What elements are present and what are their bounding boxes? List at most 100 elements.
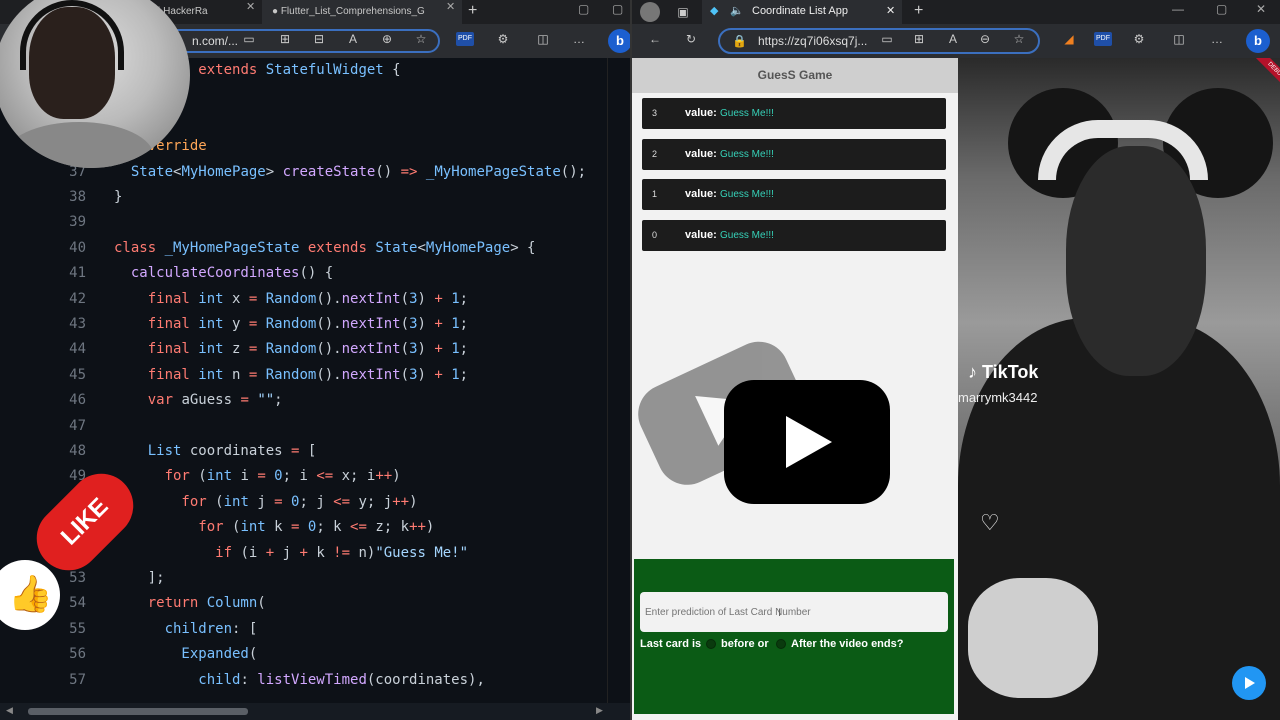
- maximize-icon[interactable]: ▢: [612, 0, 623, 18]
- scroll-right-icon[interactable]: ▶: [596, 705, 603, 716]
- code-token: coordinates: [189, 443, 292, 459]
- code-line[interactable]: 53 ];: [0, 566, 607, 591]
- profile-avatar[interactable]: [640, 2, 660, 22]
- code-token: ;: [274, 392, 283, 409]
- refresh-icon[interactable]: ↻: [682, 30, 700, 48]
- code-token: ;: [459, 341, 469, 358]
- code-line[interactable]: 54 return Column(: [0, 591, 607, 616]
- guess-card[interactable]: 3 value: Guess Me!!!: [642, 98, 946, 129]
- apps-icon[interactable]: ⊞: [276, 30, 294, 48]
- guess-card[interactable]: 2 value: Guess Me!!!: [642, 138, 946, 170]
- close-icon[interactable]: ✕: [446, 0, 455, 13]
- split-icon[interactable]: ◫: [1170, 30, 1188, 48]
- debug-banner: DEBUG: [1251, 58, 1280, 96]
- code-token: int: [206, 468, 241, 485]
- read-aloud-icon[interactable]: A: [944, 30, 962, 48]
- scroll-left-icon[interactable]: ◀: [6, 705, 13, 716]
- code-line[interactable]: 40 class _MyHomePageState extends State<M…: [0, 236, 607, 261]
- new-tab-icon[interactable]: +: [468, 0, 477, 22]
- code-line[interactable]: 44 final int z = Random().nextInt(3) + 1…: [0, 337, 607, 362]
- zoom-icon[interactable]: ⊕: [378, 30, 396, 48]
- code-line[interactable]: 39: [0, 210, 607, 235]
- code-token: 3: [409, 316, 418, 332]
- apps-icon[interactable]: ⊞: [910, 30, 928, 48]
- code-token: Random: [265, 290, 317, 307]
- close-window-icon[interactable]: ✕: [1256, 0, 1266, 18]
- scrollbar-thumb[interactable]: [28, 708, 248, 715]
- pdf-icon[interactable]: PDF: [456, 32, 474, 46]
- code-token: (: [400, 366, 410, 383]
- play-icon: [1245, 677, 1255, 689]
- prediction-input[interactable]: [640, 592, 948, 632]
- tab-coordinate-list-app[interactable]: ◆ 🔈 Coordinate List App ✕: [702, 0, 902, 24]
- read-aloud-icon[interactable]: A: [344, 30, 362, 48]
- code-line[interactable]: 46 var aGuess = "";: [0, 388, 607, 413]
- code-token: int: [198, 316, 233, 332]
- tab-github[interactable]: ● Flutter_List_Comprehensions_G: [262, 0, 462, 24]
- code-line[interactable]: 43 final int y = Random().nextInt(3) + 1…: [0, 312, 607, 337]
- code-token: class: [114, 239, 165, 256]
- extensions-icon[interactable]: ⚙: [1130, 30, 1148, 48]
- guess-card[interactable]: 1 value: Guess Me!!!: [642, 179, 946, 210]
- webcam-shirt: [4, 122, 154, 168]
- lock-icon: 🔒: [732, 34, 747, 48]
- code-token: "Guess Me!": [375, 544, 469, 561]
- back-icon[interactable]: ←: [646, 30, 664, 48]
- bing-icon[interactable]: b: [608, 29, 632, 53]
- tab-actions-icon[interactable]: ▣: [674, 3, 692, 21]
- maximize-icon[interactable]: ▢: [1216, 0, 1227, 18]
- zoom-out-icon[interactable]: ⊖: [976, 30, 994, 48]
- code-token: j: [282, 544, 300, 561]
- bing-icon[interactable]: b: [1246, 29, 1270, 53]
- vertical-scrollbar[interactable]: [607, 58, 632, 703]
- favorite-icon[interactable]: ☆: [1010, 30, 1028, 48]
- code-token: ): [417, 290, 435, 307]
- app-title: GuesS Game: [632, 58, 958, 93]
- grid-icon[interactable]: ⊟: [310, 30, 328, 48]
- code-line[interactable]: 42 final int x = Random().nextInt(3) + 1…: [0, 287, 607, 312]
- code-line[interactable]: 55 children: [: [0, 617, 607, 642]
- tiktok-video[interactable]: ♪ TikTok marrymk3442 ♡ DEBUG: [958, 58, 1280, 720]
- code-line[interactable]: 41 calculateCoordinates() {: [0, 261, 607, 286]
- code-token: =>: [400, 163, 418, 180]
- close-icon[interactable]: ✕: [886, 0, 895, 22]
- pdf-icon[interactable]: PDF: [1094, 32, 1112, 46]
- code-token: ;: [459, 316, 469, 332]
- more-icon[interactable]: …: [570, 30, 588, 48]
- code-token: 1: [451, 316, 460, 332]
- minimize-icon[interactable]: —: [1172, 0, 1184, 18]
- code-token: <=: [350, 519, 376, 536]
- code-line[interactable]: 57 child: listViewTimed(coordinates),: [0, 668, 607, 693]
- code-line[interactable]: 56 Expanded(: [0, 642, 607, 667]
- extension-icon[interactable]: ◢: [1060, 30, 1078, 48]
- screen-icon[interactable]: ▭: [240, 30, 258, 48]
- extensions-icon[interactable]: ⚙: [494, 30, 512, 48]
- url-field[interactable]: n.com/...: [160, 29, 440, 53]
- speaker-icon[interactable]: 🔈: [730, 0, 744, 22]
- minimize-icon[interactable]: ▢: [578, 0, 589, 18]
- screen: s | HackerRa ✕ ● Flutter_List_Comprehens…: [0, 0, 1280, 720]
- horizontal-scrollbar[interactable]: ◀ ▶: [0, 703, 632, 720]
- play-button[interactable]: [1232, 666, 1266, 700]
- code-text: }: [114, 185, 122, 210]
- code-line[interactable]: 47: [0, 414, 607, 439]
- new-tab-icon[interactable]: +: [914, 0, 923, 22]
- close-icon[interactable]: ✕: [246, 0, 255, 13]
- code-token: ];: [114, 570, 165, 586]
- more-icon[interactable]: …: [1208, 30, 1226, 48]
- youtube-play-icon[interactable]: [724, 380, 890, 504]
- screen-icon[interactable]: ▭: [878, 30, 896, 48]
- radio-before[interactable]: [706, 639, 716, 649]
- code-token: final: [114, 316, 199, 332]
- code-line[interactable]: 45 final int n = Random().nextInt(3) + 1…: [0, 363, 607, 388]
- guess-card[interactable]: 0 value: Guess Me!!!: [642, 219, 946, 251]
- code-line[interactable]: 38}: [0, 185, 607, 210]
- code-token: !=: [333, 544, 359, 561]
- radio-after[interactable]: [776, 639, 786, 649]
- split-icon[interactable]: ◫: [534, 30, 552, 48]
- favorite-icon[interactable]: ☆: [412, 30, 430, 48]
- code-token: int: [198, 366, 233, 383]
- code-line[interactable]: 48 List coordinates = [: [0, 439, 607, 464]
- line-number: 44: [69, 341, 86, 358]
- code-token: y: [232, 316, 249, 332]
